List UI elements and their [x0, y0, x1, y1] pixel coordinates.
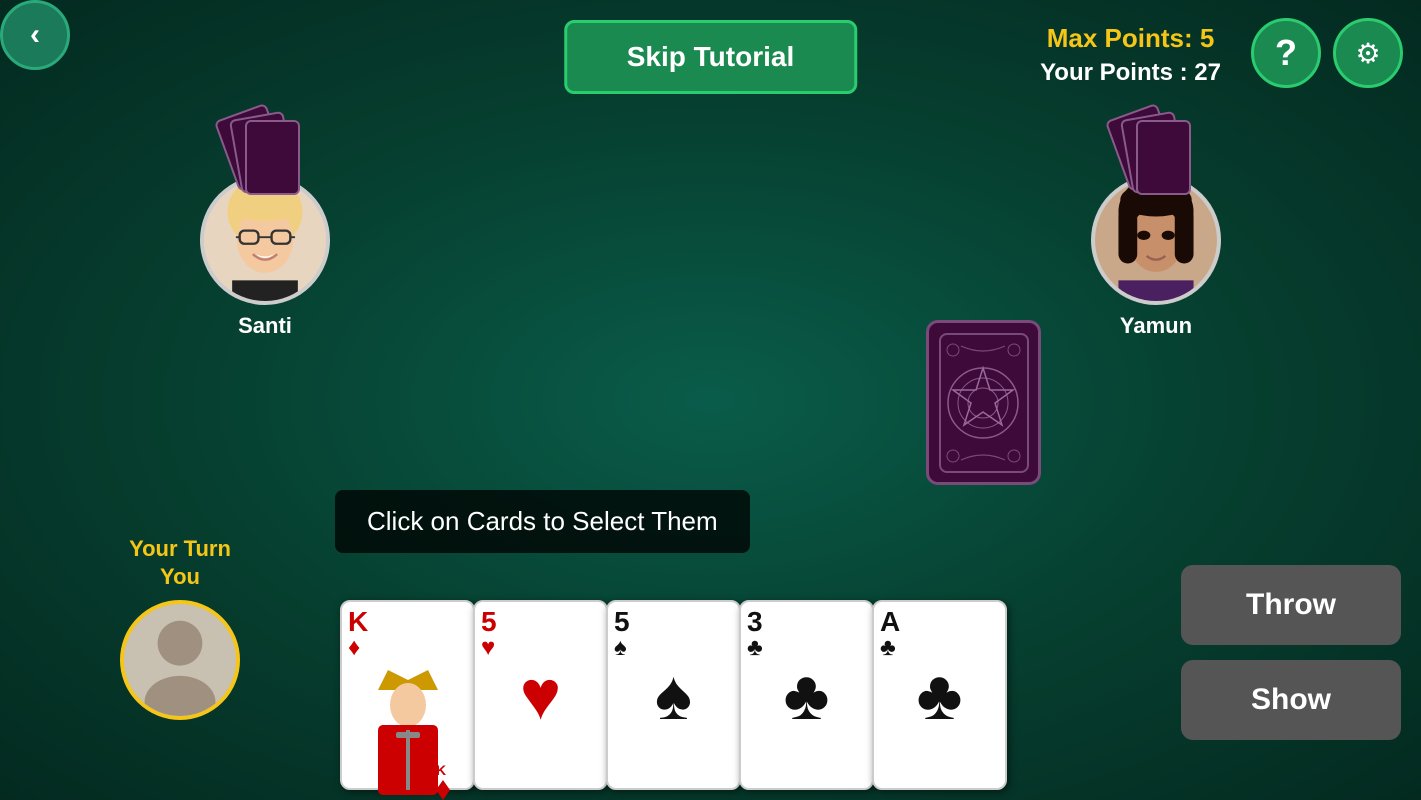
card-center-suit: ♥	[520, 655, 562, 735]
your-points: Your Points : 27	[1040, 56, 1221, 90]
card-3-clubs[interactable]: 3 ♣ ♣	[739, 600, 874, 790]
yamun-cards-stack	[1116, 120, 1196, 170]
player-you: Your TurnYou	[120, 535, 240, 720]
tooltip-text: Click on Cards to Select Them	[367, 506, 718, 536]
settings-button[interactable]: ⚙	[1333, 18, 1403, 88]
card-rank: 5	[481, 608, 600, 636]
back-icon: ‹	[30, 18, 40, 52]
yamun-card-3	[1136, 120, 1191, 195]
card-center-suit: ♣	[784, 655, 830, 735]
skip-tutorial-label: Skip Tutorial	[627, 41, 795, 72]
yamun-name: Yamun	[1120, 313, 1192, 339]
show-button[interactable]: Show	[1181, 660, 1401, 740]
throw-label: Throw	[1246, 588, 1336, 622]
settings-icon: ⚙	[1355, 37, 1380, 70]
card-center-suit: ♠	[655, 655, 692, 735]
santi-name: Santi	[238, 313, 292, 339]
center-card	[926, 320, 1041, 485]
instruction-tooltip: Click on Cards to Select Them	[335, 490, 750, 553]
card-rank: 3	[747, 608, 866, 636]
hand-cards: K ♦ K 5 ♥ ♥ 5 ♠	[340, 600, 1007, 800]
card-rank: K	[348, 608, 467, 636]
santi-cards-stack	[225, 120, 305, 170]
card-ace-clubs[interactable]: A ♣ ♣	[872, 600, 1007, 790]
card-5-spades[interactable]: 5 ♠ ♠	[606, 600, 741, 790]
your-turn-label: Your TurnYou	[129, 535, 231, 592]
player-yamun: Yamun	[1091, 120, 1221, 339]
card-rank: 5	[614, 608, 733, 636]
back-button[interactable]: ‹	[0, 0, 70, 70]
santi-card-3	[245, 120, 300, 195]
help-icon: ?	[1275, 32, 1297, 74]
help-button[interactable]: ?	[1251, 18, 1321, 88]
svg-text:K: K	[436, 762, 446, 778]
throw-button[interactable]: Throw	[1181, 565, 1401, 645]
card-design	[939, 333, 1029, 473]
card-center-suit: ♣	[917, 655, 963, 735]
your-avatar	[120, 600, 240, 720]
skip-tutorial-button[interactable]: Skip Tutorial	[564, 20, 858, 94]
show-label: Show	[1251, 683, 1331, 717]
card-rank: A	[880, 608, 999, 636]
max-points: Max Points: 5	[1040, 20, 1221, 56]
points-display: Max Points: 5 Your Points : 27	[1040, 20, 1221, 90]
card-5-hearts[interactable]: 5 ♥ ♥	[473, 600, 608, 790]
card-king-diamonds[interactable]: K ♦ K	[340, 600, 475, 790]
card-suit-top: ♦	[348, 636, 467, 660]
player-santi: Santi	[200, 120, 330, 339]
action-buttons: Throw Show	[1181, 565, 1401, 740]
